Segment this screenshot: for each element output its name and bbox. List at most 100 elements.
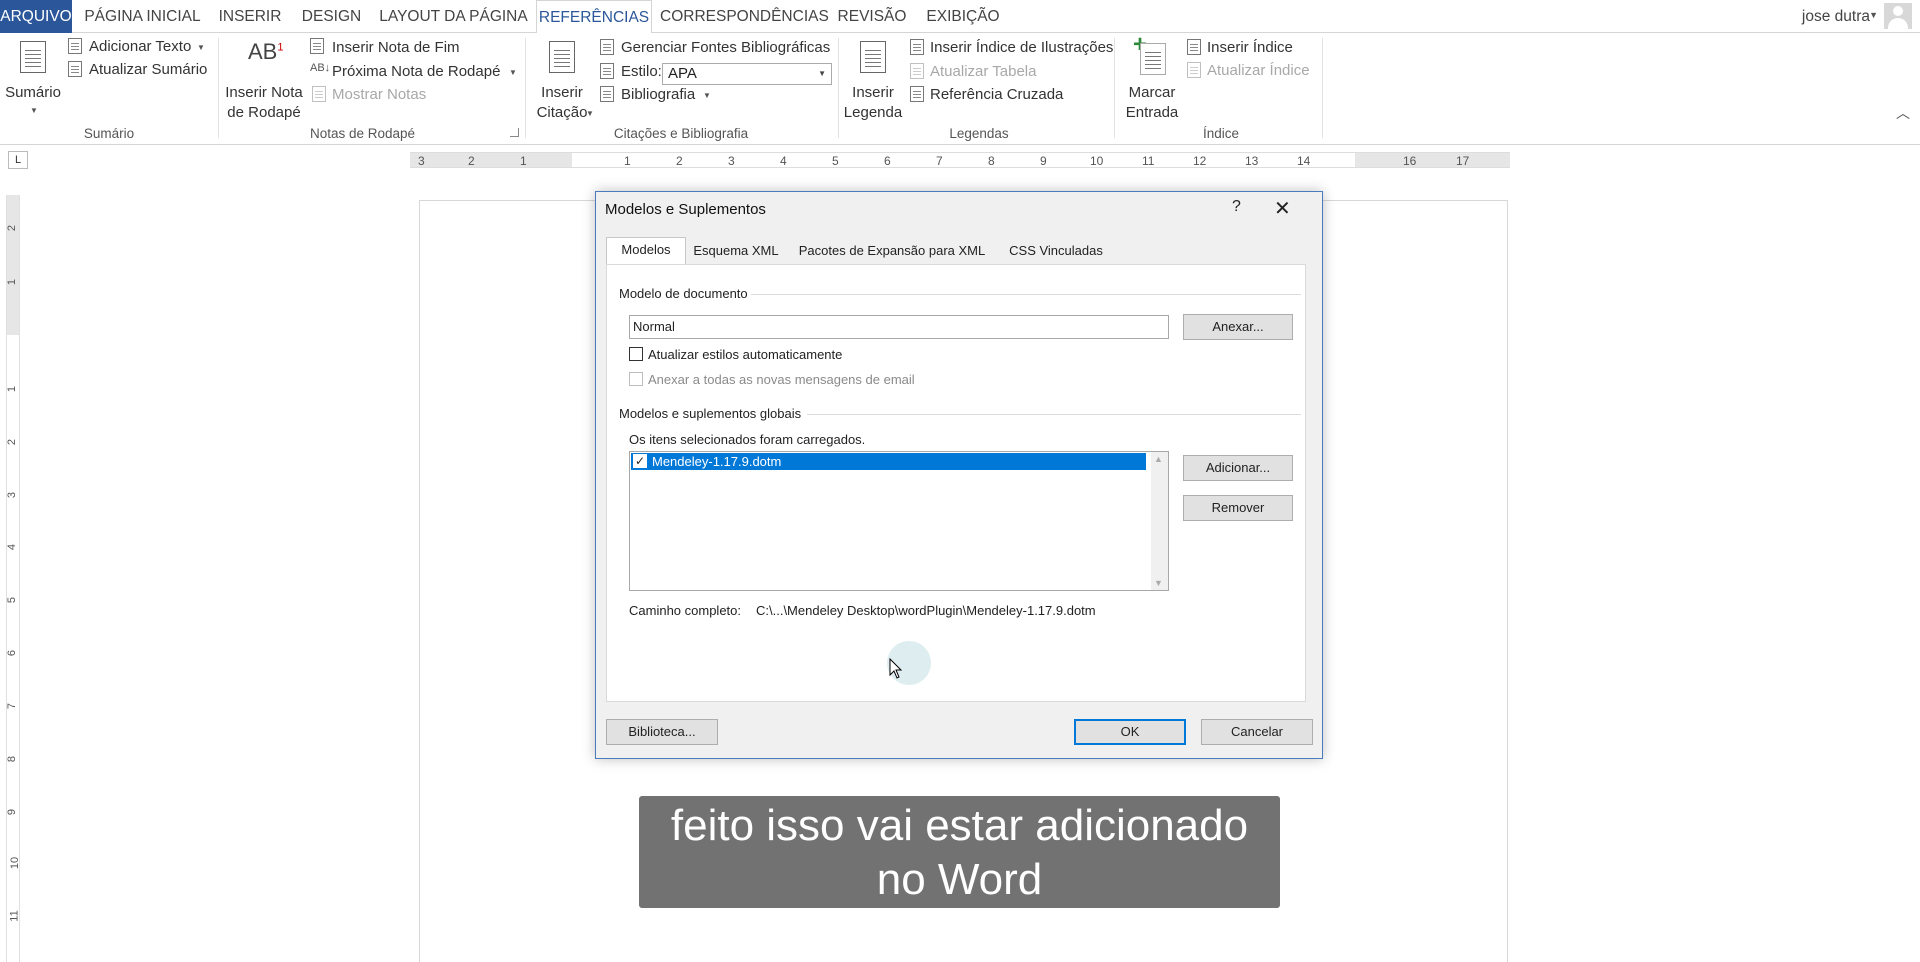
ribbon-referencias: Sumário ▼ Adicionar Texto ▼ Atualizar Su…	[0, 31, 1920, 145]
adicionar-texto-button[interactable]: Adicionar Texto	[89, 38, 191, 55]
group-separator	[218, 38, 219, 138]
addins-list[interactable]: ✓ Mendeley-1.17.9.dotm ▲ ▼	[629, 451, 1169, 591]
inserir-indice-ilustracoes-button[interactable]: Inserir Índice de Ilustrações	[930, 39, 1113, 56]
dialog-launcher-icon[interactable]	[510, 128, 519, 137]
inserir-indice-button[interactable]: Inserir Índice	[1207, 39, 1293, 56]
scroll-up-icon[interactable]: ▲	[1154, 454, 1163, 464]
ruler-number: 16	[1403, 154, 1417, 168]
anexar-button[interactable]: Anexar...	[1183, 314, 1293, 340]
sumario-icon[interactable]	[20, 41, 46, 73]
caminho-label: Caminho completo:	[629, 603, 741, 618]
marcar-entrada-label-1[interactable]: Marcar	[1120, 83, 1184, 103]
vertical-ruler-number: 7	[6, 702, 19, 710]
tab-design[interactable]: DESIGN	[295, 0, 368, 33]
cancelar-button[interactable]: Cancelar	[1201, 719, 1313, 745]
atualizar-indice-button[interactable]: Atualizar Índice	[1207, 62, 1310, 79]
globais-hint: Os itens selecionados foram carregados.	[629, 432, 866, 447]
tab-css-vinculadas[interactable]: CSS Vinculadas	[1000, 239, 1112, 265]
scroll-down-icon[interactable]: ▼	[1154, 578, 1163, 588]
horizontal-ruler[interactable]: L	[0, 146, 1920, 174]
adicionar-texto-caret-icon[interactable]: ▼	[197, 43, 205, 52]
vertical-ruler-number: 8	[6, 755, 19, 763]
ruler-number: 13	[1245, 154, 1259, 168]
tab-inserir[interactable]: INSERIR	[212, 0, 288, 33]
ruler-number: 5	[832, 154, 839, 168]
ruler-track[interactable]	[410, 152, 1510, 168]
mostrar-notas-button[interactable]: Mostrar Notas	[332, 86, 426, 103]
list-item[interactable]: ✓ Mendeley-1.17.9.dotm	[631, 453, 1146, 470]
subtitle-line-2: no Word	[876, 855, 1043, 904]
atualizar-estilos-label[interactable]: Atualizar estilos automaticamente	[648, 347, 842, 362]
ruler-number: 1	[520, 154, 527, 168]
modelo-documento-field[interactable]: Normal	[629, 315, 1169, 339]
addin-name: Mendeley-1.17.9.dotm	[652, 454, 782, 469]
tab-arquivo[interactable]: ARQUIVO	[0, 0, 72, 33]
remover-button[interactable]: Remover	[1183, 495, 1293, 521]
sumario-caret-icon[interactable]: ▼	[30, 106, 38, 115]
group-label-sumario: Sumário	[83, 126, 135, 141]
adicionar-button[interactable]: Adicionar...	[1183, 455, 1293, 481]
inserir-citacao-caret-icon[interactable]: ▼	[586, 109, 594, 118]
tab-selector[interactable]: L	[8, 151, 28, 169]
marcar-entrada-label-2[interactable]: Entrada	[1120, 103, 1184, 123]
section-divider	[751, 294, 1301, 295]
tab-pacotes-expansao[interactable]: Pacotes de Expansão para XML	[788, 239, 996, 265]
biblioteca-button[interactable]: Biblioteca...	[606, 719, 718, 745]
group-label-citacoes: Citações e Bibliografia	[613, 126, 749, 141]
estilo-select[interactable]: APA ▼	[662, 63, 832, 85]
inserir-legenda-label-1[interactable]: Inserir	[842, 83, 904, 103]
gerenciar-fontes-button[interactable]: Gerenciar Fontes Bibliográficas	[621, 39, 830, 56]
inserir-legenda-icon[interactable]	[860, 41, 886, 73]
addin-checkbox[interactable]: ✓	[633, 454, 647, 468]
inserir-citacao-icon[interactable]	[549, 41, 575, 73]
ruler-number: 17	[1456, 154, 1470, 168]
bibliografia-caret-icon[interactable]: ▼	[703, 91, 711, 100]
estilo-icon	[600, 63, 614, 79]
user-menu-caret-icon[interactable]: ▼	[1869, 10, 1878, 20]
inserir-legenda-label-2[interactable]: Legenda	[842, 103, 904, 123]
atualizar-sumario-button[interactable]: Atualizar Sumário	[89, 61, 207, 78]
user-name[interactable]: jose dutra	[1802, 0, 1870, 33]
atualizar-indice-icon	[1187, 62, 1201, 78]
tab-correspondencias[interactable]: CORRESPONDÊNCIAS	[660, 0, 829, 33]
vertical-ruler-number: 3	[6, 491, 19, 499]
atualizar-tabela-button[interactable]: Atualizar Tabela	[930, 63, 1036, 80]
vertical-ruler-number: 5	[6, 596, 19, 604]
inserir-citacao-label-2[interactable]: Citação	[530, 103, 594, 123]
inserir-nota-fim-button[interactable]: Inserir Nota de Fim	[332, 39, 460, 56]
inserir-nota-rodape-label-2[interactable]: de Rodapé	[225, 103, 303, 123]
inserir-citacao-label-1[interactable]: Inserir	[530, 83, 594, 103]
tab-exibicao[interactable]: EXIBIÇÃO	[924, 0, 1002, 33]
tab-layout-da-pagina[interactable]: LAYOUT DA PÁGINA	[376, 0, 531, 33]
atualizar-sumario-icon	[68, 61, 82, 77]
ruler-number: 7	[936, 154, 943, 168]
list-scrollbar[interactable]: ▲ ▼	[1151, 452, 1168, 590]
tab-referencias[interactable]: REFERÊNCIAS	[536, 0, 652, 34]
inserir-nota-rodape-label-1[interactable]: Inserir Nota	[225, 83, 303, 103]
estilo-dropdown-icon[interactable]: ▼	[818, 64, 826, 84]
sumario-button[interactable]: Sumário	[4, 83, 62, 103]
ok-button[interactable]: OK	[1074, 719, 1186, 745]
collapse-ribbon-icon[interactable]: ︿	[1896, 103, 1910, 123]
tab-revisao[interactable]: REVISÃO	[836, 0, 908, 33]
vertical-ruler[interactable]	[6, 195, 20, 962]
anexar-email-label: Anexar a todas as novas mensagens de ema…	[648, 372, 915, 387]
close-icon[interactable]: ✕	[1274, 196, 1291, 221]
ruler-left-margin	[410, 153, 572, 167]
group-separator	[1114, 38, 1115, 138]
help-icon[interactable]: ?	[1232, 198, 1241, 216]
tab-esquema-xml[interactable]: Esquema XML	[688, 239, 784, 265]
ab-footnote-icon[interactable]: AB1	[248, 39, 283, 65]
tab-modelos[interactable]: Modelos	[606, 237, 686, 265]
tab-pagina-inicial[interactable]: PÁGINA INICIAL	[80, 0, 205, 33]
bibliografia-button[interactable]: Bibliografia	[621, 86, 695, 103]
atualizar-estilos-checkbox[interactable]	[629, 347, 643, 361]
tab-panel-modelos: Modelo de documento Normal Anexar... Atu…	[606, 264, 1306, 702]
group-label-legendas: Legendas	[949, 126, 1009, 141]
group-separator	[1322, 38, 1323, 138]
proxima-nota-caret-icon[interactable]: ▼	[509, 68, 517, 77]
referencia-cruzada-button[interactable]: Referência Cruzada	[930, 86, 1063, 103]
proxima-nota-button[interactable]: Próxima Nota de Rodapé	[332, 63, 500, 80]
user-avatar-icon[interactable]	[1884, 3, 1912, 29]
ruler-number: 12	[1193, 154, 1207, 168]
